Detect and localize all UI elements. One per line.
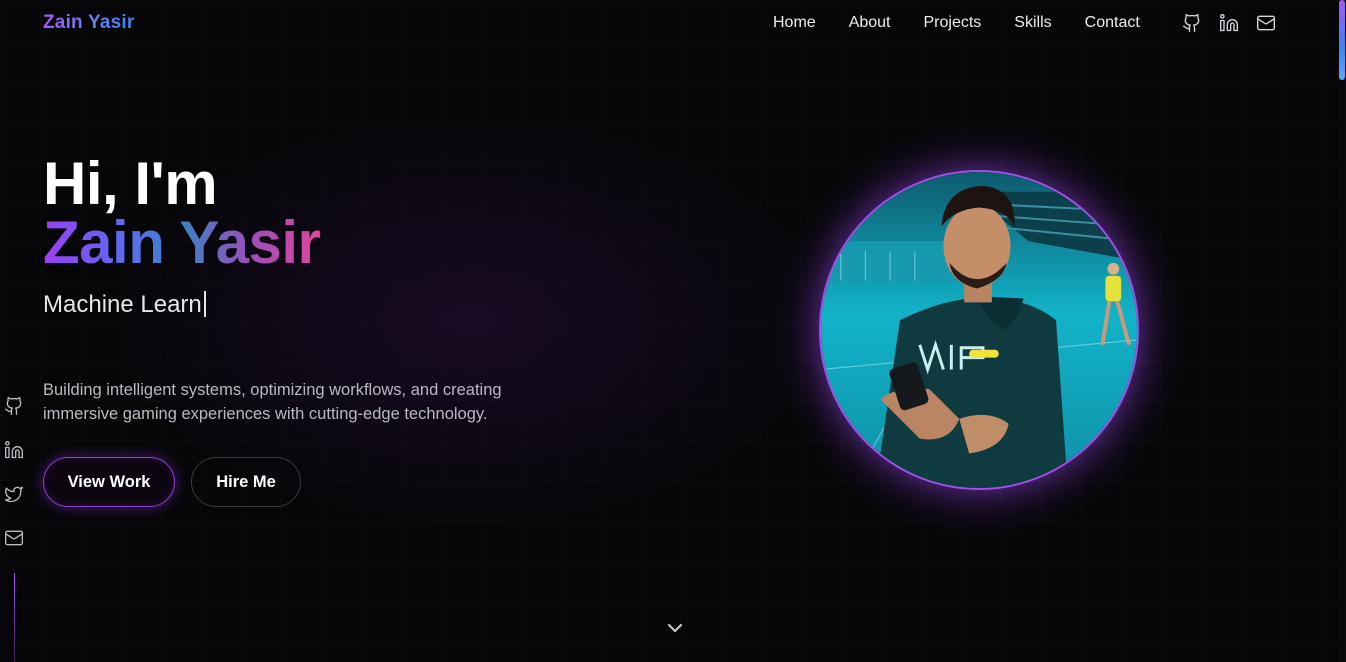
hero-greeting: Hi, I'm xyxy=(43,150,218,217)
side-rail-line xyxy=(14,573,15,662)
hero-page: Zain Yasir Home About Projects Skills Co… xyxy=(0,0,1346,662)
mail-icon[interactable] xyxy=(4,528,24,550)
view-work-button[interactable]: View Work xyxy=(43,457,175,507)
typing-caret xyxy=(203,291,206,317)
github-icon[interactable] xyxy=(4,396,24,418)
nav-link-contact[interactable]: Contact xyxy=(1085,14,1140,32)
nav-link-projects[interactable]: Projects xyxy=(924,14,982,32)
hero-tagline: Building intelligent systems, optimizing… xyxy=(43,381,502,423)
scrollbar-thumb[interactable] xyxy=(1339,0,1345,80)
nav-link-skills[interactable]: Skills xyxy=(1014,14,1051,32)
profile-photo xyxy=(819,170,1139,490)
github-icon[interactable] xyxy=(1182,13,1202,33)
scrollbar[interactable] xyxy=(1338,0,1346,662)
typed-role: Machine Learn xyxy=(43,290,206,320)
typed-role-text: Machine Learn xyxy=(43,291,202,318)
linkedin-icon[interactable] xyxy=(4,440,24,462)
nav-link-about[interactable]: About xyxy=(849,14,891,32)
nav-link-home[interactable]: Home xyxy=(773,14,816,32)
side-social-rail xyxy=(4,396,24,550)
linkedin-icon[interactable] xyxy=(1219,13,1239,33)
hire-me-button[interactable]: Hire Me xyxy=(191,457,301,507)
main-nav: Home About Projects Skills Contact xyxy=(773,14,1173,32)
mail-icon[interactable] xyxy=(1256,13,1276,33)
hero-name: Zain Yasir xyxy=(43,209,321,276)
header-social-icons xyxy=(1182,13,1276,33)
twitter-icon[interactable] xyxy=(4,484,24,506)
chevron-down-icon[interactable] xyxy=(663,616,687,640)
site-logo[interactable]: Zain Yasir xyxy=(43,12,134,34)
